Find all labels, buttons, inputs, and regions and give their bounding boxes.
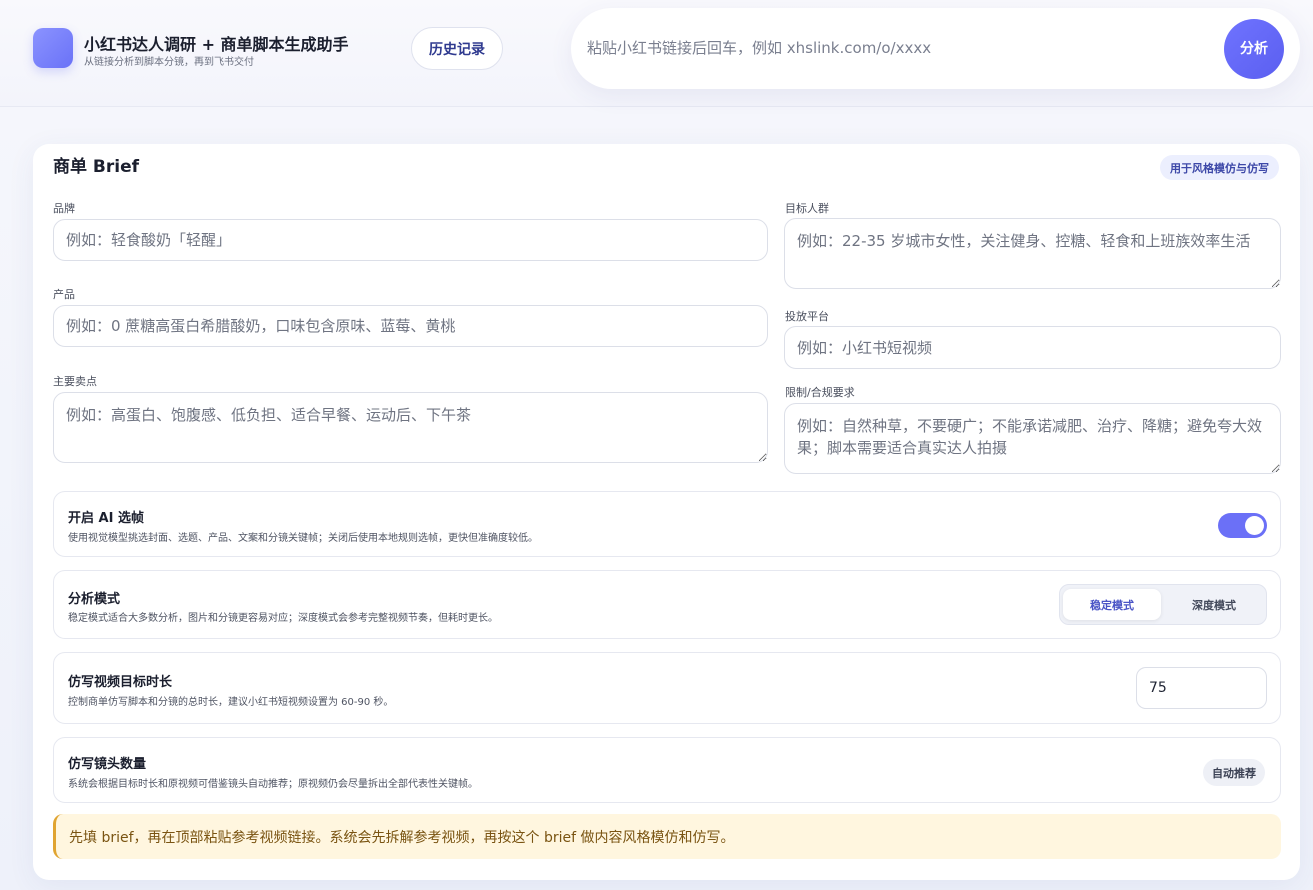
ai-frames-row: 开启 AI 选帧 使用视觉模型挑选封面、选题、产品、文案和分镜关键帧；关闭后使用… — [53, 491, 1281, 557]
product-label: 产品 — [53, 288, 75, 301]
app-title: 小红书达人调研 + 商单脚本生成助手 — [84, 35, 349, 54]
analyze-button[interactable]: 分析 — [1224, 19, 1284, 79]
duration-row: 仿写视频目标时长 控制商单仿写脚本和分镜的总时长，建议小红书短视频设置为 60-… — [53, 652, 1281, 724]
app-logo-icon — [33, 28, 73, 68]
brand-input[interactable] — [53, 219, 768, 261]
duration-input[interactable] — [1136, 667, 1267, 709]
analysis-mode-row: 分析模式 稳定模式适合大多数分析，图片和分镜更容易对应；深度模式会参考完整视频节… — [53, 570, 1281, 639]
toggle-knob — [1245, 516, 1264, 535]
ai-frames-desc: 使用视觉模型挑选封面、选题、产品、文案和分镜关键帧；关闭后使用本地规则选帧，更快… — [68, 533, 538, 544]
constraints-label: 限制/合规要求 — [785, 386, 855, 399]
style-badge: 用于风格模仿与仿写 — [1160, 155, 1279, 180]
app-subtitle: 从链接分析到脚本分镜，再到飞书交付 — [84, 57, 254, 68]
stable-mode-button[interactable]: 稳定模式 — [1063, 589, 1161, 620]
mode-segmented-control: 稳定模式 深度模式 — [1059, 584, 1267, 625]
platform-label: 投放平台 — [785, 310, 829, 323]
product-input[interactable] — [53, 305, 768, 347]
search-bar: 分析 — [571, 8, 1300, 89]
duration-title: 仿写视频目标时长 — [68, 675, 173, 690]
constraints-textarea[interactable] — [784, 403, 1281, 474]
selling-points-textarea[interactable] — [53, 392, 768, 463]
history-button[interactable]: 历史记录 — [411, 27, 503, 70]
ai-frames-toggle[interactable] — [1218, 513, 1267, 538]
shots-desc: 系统会根据目标时长和原视频可借鉴镜头自动推荐；原视频仍会尽量拆出全部代表性关键帧… — [68, 779, 478, 790]
shots-row: 仿写镜头数量 系统会根据目标时长和原视频可借鉴镜头自动推荐；原视频仍会尽量拆出全… — [53, 737, 1281, 803]
auto-recommend-badge[interactable]: 自动推荐 — [1203, 759, 1265, 786]
brand-label: 品牌 — [53, 202, 75, 215]
top-header: 小红书达人调研 + 商单脚本生成助手 从链接分析到脚本分镜，再到飞书交付 历史记… — [0, 0, 1313, 107]
tip-notice: 先填 brief，再在顶部粘贴参考视频链接。系统会先拆解参考视频，再按这个 br… — [53, 814, 1281, 859]
brief-card: 商单 Brief 用于风格模仿与仿写 品牌 产品 主要卖点 目标人群 投放平台 … — [33, 144, 1300, 880]
deep-mode-button[interactable]: 深度模式 — [1165, 589, 1263, 620]
duration-desc: 控制商单仿写脚本和分镜的总时长，建议小红书短视频设置为 60-90 秒。 — [68, 697, 394, 708]
ai-frames-title: 开启 AI 选帧 — [68, 511, 144, 526]
shots-title: 仿写镜头数量 — [68, 757, 147, 772]
card-title: 商单 Brief — [53, 157, 140, 177]
link-input[interactable] — [587, 28, 1207, 68]
analysis-mode-title: 分析模式 — [68, 592, 121, 607]
analysis-mode-desc: 稳定模式适合大多数分析，图片和分镜更容易对应；深度模式会参考完整视频节奏，但耗时… — [68, 613, 498, 624]
audience-label: 目标人群 — [785, 202, 829, 215]
audience-textarea[interactable] — [784, 218, 1281, 289]
selling-points-label: 主要卖点 — [53, 375, 97, 388]
platform-input[interactable] — [784, 326, 1281, 369]
